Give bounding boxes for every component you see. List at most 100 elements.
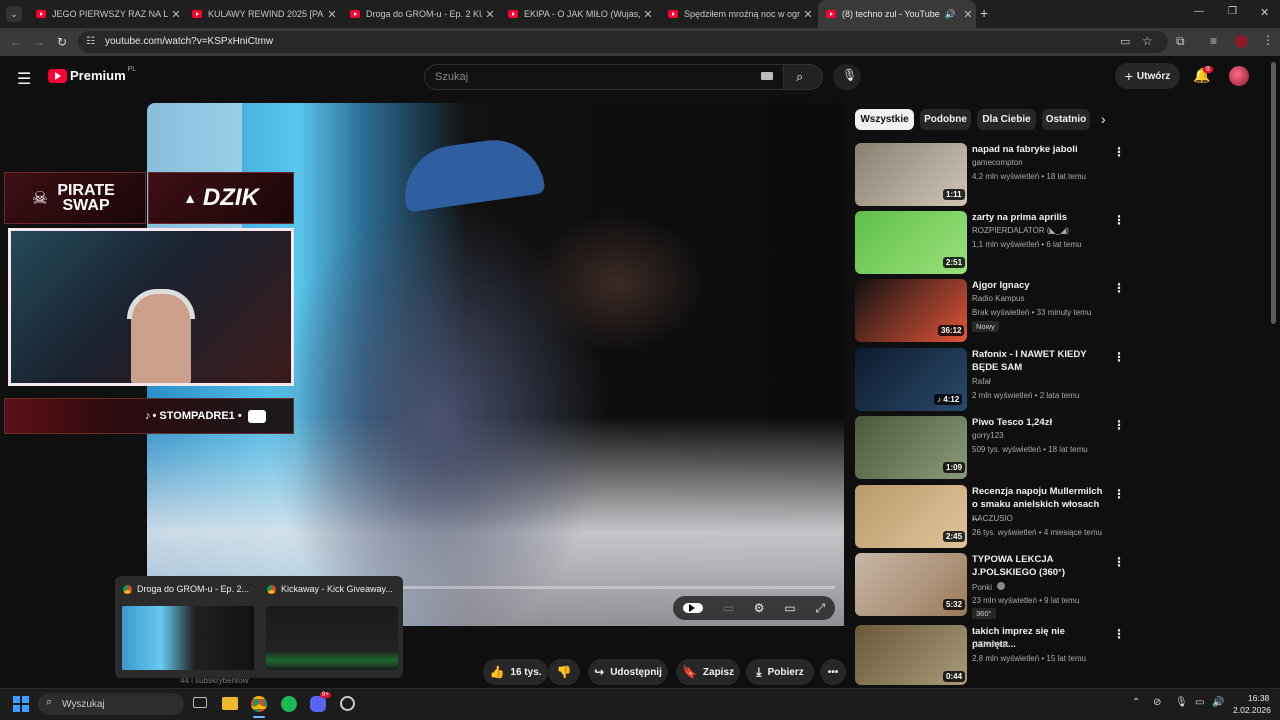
chip-recent[interactable]: Ostatnio [1042,109,1090,130]
more-vert-icon[interactable]: ⋮ [1113,418,1125,432]
taskbar-preview[interactable]: Kickaway - Kick Giveaway... [261,576,401,678]
volume-icon[interactable]: 🔊 [1212,697,1224,708]
recommendation-item[interactable]: 5:32 TYPOWA LEKCJA J.POLSKIEGO (360°) Po… [855,553,1125,619]
back-arrow-icon[interactable]: ← [10,35,22,49]
autoplay-toggle-icon[interactable] [682,603,703,613]
clock-time[interactable]: 16:38 [1248,693,1269,703]
youtube-logo[interactable]: Premium PL [48,66,136,83]
url-text[interactable]: youtube.com/watch?v=KSPxHniCtmw [105,36,273,47]
download-button[interactable]: ⤓ Pobierz [746,659,814,685]
media-controls-icon[interactable]: ≡ [1210,34,1217,48]
network-off-icon[interactable]: ⊘ [1153,697,1161,708]
site-info-icon[interactable]: ☷ [86,36,95,47]
recommendation-channel[interactable]: Radio Kampus [972,294,1024,303]
close-icon[interactable]: ✕ [482,8,498,21]
like-button[interactable]: 👍 16 tys. [483,659,548,685]
task-view-icon[interactable] [193,697,207,708]
theater-mode-icon[interactable]: ▭ [784,601,795,615]
microphone-tray-icon[interactable]: 🎙 [1175,697,1188,708]
more-vert-icon[interactable]: ⋮ [1113,350,1125,364]
display-icon[interactable]: ▭ [1195,697,1204,708]
recommendation-item[interactable]: 2:45 Recenzja napoju Mullermilch o smaku… [855,485,1125,549]
recommendation-item[interactable]: 1:11 napad na fabryke jaboli gamecompton… [855,143,1125,207]
recommendation-item[interactable]: 0:44 takich imprez się nie pamięta... GT… [855,625,1125,685]
window-minimize-button[interactable]: — [1194,6,1204,17]
close-icon[interactable]: ✕ [960,8,976,21]
recommendation-title[interactable]: zarty na prima aprilis [972,211,1107,224]
forward-arrow-icon[interactable]: → [33,35,45,49]
bookmark-star-icon[interactable]: ☆ [1142,34,1153,48]
recommendation-item[interactable]: 2:51 zarty na prima aprilis ROZPIERDALAT… [855,211,1125,275]
chrome-taskbar-icon[interactable] [251,696,267,712]
window-restore-button[interactable]: ❐ [1228,6,1237,17]
app-icon[interactable] [340,696,355,711]
more-vert-icon[interactable]: ⋮ [1113,145,1125,159]
chip-for-you[interactable]: Dla Ciebie [977,109,1036,130]
recommendation-item[interactable]: 1:09 Piwo Tesco 1,24zł gorry123 509 tys.… [855,416,1125,480]
recommendation-title[interactable]: napad na fabryke jaboli [972,143,1107,156]
clock-date[interactable]: 2.02.2026 [1233,705,1271,715]
more-vert-icon[interactable]: ⋮ [1113,281,1125,295]
recommendation-item[interactable]: ♪ 4:12 Rafonix - I NAWET KIEDY BĘDE SAM … [855,348,1125,412]
search-button[interactable]: ⌕ [783,64,823,90]
close-icon[interactable]: ✕ [324,8,340,21]
recommendation-channel[interactable]: KACZUSIO [972,514,1013,523]
chip-all[interactable]: Wszystkie [855,109,914,130]
profile-avatar[interactable] [1235,35,1248,48]
close-icon[interactable]: ✕ [640,8,656,21]
cast-icon[interactable]: ▭ [1120,35,1130,48]
taskbar-search[interactable]: ⌕ Wyszukaj [38,693,184,715]
window-close-button[interactable]: ✕ [1260,6,1269,19]
hamburger-menu-icon[interactable]: ☰ [17,69,31,89]
close-icon[interactable]: ✕ [168,8,184,21]
account-avatar[interactable] [1229,66,1249,86]
file-explorer-icon[interactable] [222,697,238,710]
chips-next-icon[interactable]: › [1101,111,1106,127]
more-vert-icon[interactable]: ⋮ [1113,627,1125,641]
notifications-button[interactable]: 🔔 8 [1193,66,1213,85]
video-progress-bar[interactable] [390,586,835,589]
recommendation-channel[interactable]: GTNeVeR [972,640,1008,649]
save-button[interactable]: 🔖 Zapisz [676,659,740,685]
share-button[interactable]: ↪ Udostępnij [588,659,668,685]
windows-start-icon[interactable] [13,696,29,712]
recommendation-title[interactable]: Piwo Tesco 1,24zł [972,416,1107,429]
tray-chevron-icon[interactable]: ⌃ [1132,697,1140,708]
recommendation-channel[interactable]: ROZPIERDALATOR (◣_◢) [972,226,1069,235]
more-actions-button[interactable]: ••• [820,659,846,685]
browser-tab-active[interactable]: (8) techno zul - YouTube 🔊 ✕ [818,0,976,28]
recommendation-channel[interactable]: Ponki [972,582,1006,592]
chip-related[interactable]: Podobne [920,109,971,130]
recommendation-channel[interactable]: gamecompton [972,158,1023,167]
more-vert-icon[interactable]: ⋮ [1113,555,1125,569]
search-input[interactable]: Szukaj [424,64,784,90]
more-vert-icon[interactable]: ⋮ [1113,213,1125,227]
taskbar-preview[interactable]: Droga do GROM-u - Ep. 2... [117,576,257,678]
browser-menu-icon[interactable]: ⋮ [1262,33,1274,47]
discord-icon[interactable] [310,696,326,712]
speaker-icon[interactable]: 🔊 [945,9,956,20]
tab-search-button[interactable]: ⌄ [6,6,22,22]
close-icon[interactable]: ✕ [800,8,816,21]
extensions-icon[interactable]: ⧉ [1176,34,1185,49]
keyboard-icon[interactable] [761,72,773,80]
browser-tab[interactable]: EKIPA - O JAK MIŁO (Wujas, Ma ✕ [500,0,656,28]
recommendation-title[interactable]: TYPOWA LEKCJA J.POLSKIEGO (360°) [972,553,1107,579]
recommendation-title[interactable]: Rafonix - I NAWET KIEDY BĘDE SAM [972,348,1107,374]
more-vert-icon[interactable]: ⋮ [1113,487,1125,501]
recommendation-channel[interactable]: gorry123 [972,431,1004,440]
browser-tab[interactable]: Droga do GROM-u - Ep. 2 KUR ✕ [342,0,498,28]
dislike-button[interactable]: 👎 [548,659,580,685]
recommendation-title[interactable]: Ajgor Ignacy [972,279,1107,292]
browser-tab[interactable]: Spędziłem mroźną noc w ogro ✕ [660,0,816,28]
recommendation-channel[interactable]: Rafał [972,377,991,386]
reload-icon[interactable]: ↻ [57,35,67,49]
create-button[interactable]: + Utwórz [1115,63,1180,89]
fullscreen-icon[interactable]: ⤢ [815,601,825,616]
new-tab-button[interactable]: + [980,5,988,21]
voice-search-button[interactable]: 🎙 [833,64,861,90]
page-scrollbar[interactable] [1271,62,1276,324]
spotify-icon[interactable] [281,696,297,712]
browser-tab[interactable]: KULAWY REWIND 2025 [PART ✕ [184,0,340,28]
browser-tab[interactable]: JEGO PIERWSZY RAZ NA LODZI ✕ [28,0,184,28]
